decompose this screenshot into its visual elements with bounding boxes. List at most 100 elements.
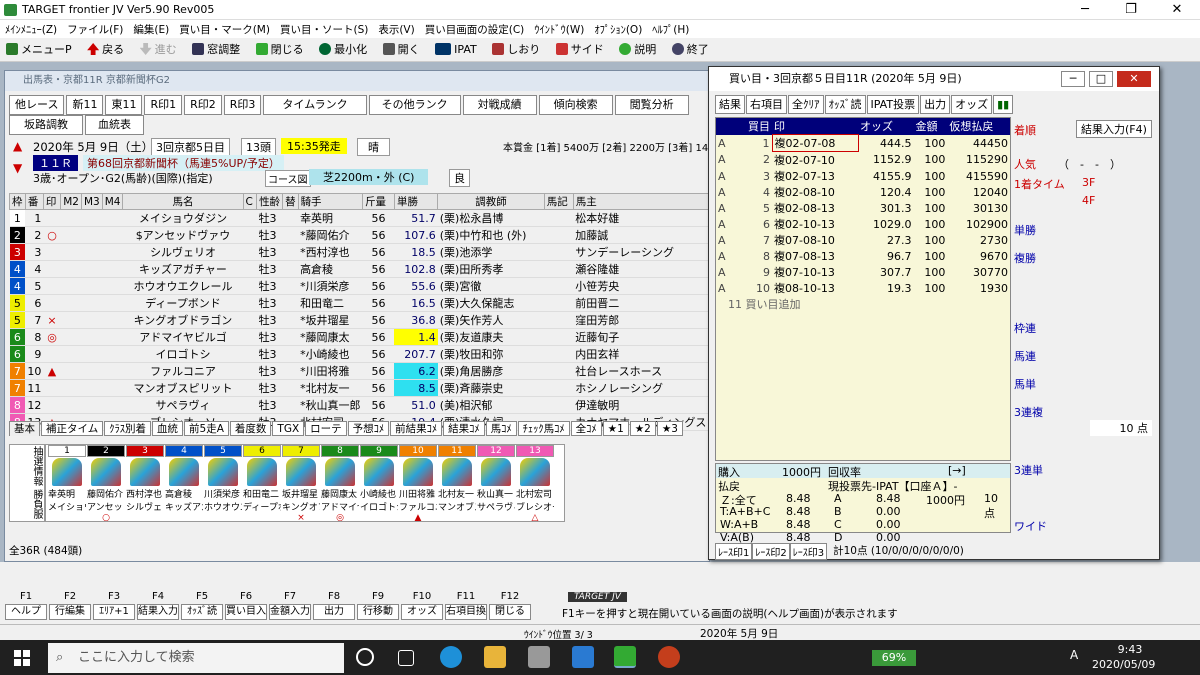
nav-button[interactable]: 傾向検索 (538, 95, 613, 115)
side-button[interactable]: サイド (550, 38, 610, 60)
silk-column[interactable]: 12 秋山真一 サペラヴィ (477, 445, 515, 521)
nav-button[interactable]: 坂路調教 (9, 115, 83, 135)
nav-button[interactable]: 東11 (105, 95, 143, 115)
minimize-button[interactable]: 最小化 (313, 38, 373, 60)
silk-column[interactable]: 6 和田竜二 ディープボン (243, 445, 281, 521)
silk-column[interactable]: 9 小崎綾也 イロゴトシ (360, 445, 398, 521)
view-tab[interactable]: TGX (272, 421, 305, 436)
silk-column[interactable]: 2 藤岡佑介 アンセッドヴ ○ (87, 445, 125, 521)
column-header[interactable]: M2 (60, 193, 82, 210)
bet-row[interactable]: A 3 複02-07-13 4155.9 100 415590 (716, 168, 1010, 184)
silk-column[interactable]: 13 北村宏司 ブレシオーソ △ (516, 445, 554, 521)
add-bet-row[interactable]: 11 買い目追加 (716, 296, 1010, 312)
menu-item[interactable]: ﾍﾙﾌﾟ(H) (647, 20, 694, 39)
forward-button[interactable]: 進む (134, 38, 183, 60)
start-icon[interactable] (14, 650, 30, 666)
view-tab[interactable]: 着度数 (229, 421, 272, 436)
silk-column[interactable]: 10 川田将雅 ファルコニア ▲ (399, 445, 437, 521)
tab-ipat-vote[interactable]: IPAT投票 (866, 95, 920, 114)
taskbar-search[interactable]: ⌕ ここに入力して検索 (48, 643, 344, 673)
nav-button[interactable]: R印3 (223, 95, 262, 115)
view-tab[interactable]: ﾁｪｯｸ馬ｺﾒ (517, 421, 570, 436)
back-button[interactable]: 戻る (81, 38, 130, 60)
course-map-button[interactable]: コース図 (265, 170, 311, 187)
window-adjust-button[interactable]: 窓調整 (186, 38, 246, 60)
silk-column[interactable]: 3 西村淳也 シルヴェリオ (126, 445, 164, 521)
tab-odds[interactable]: オッズ (951, 95, 993, 114)
tab-output[interactable]: 出力 (920, 95, 951, 114)
view-tab[interactable]: 全ｺﾒ (570, 421, 602, 436)
fkey-f4[interactable]: F4 結果入力 (136, 590, 180, 622)
table-row[interactable]: 2 2 ○ $アンセッドヴァウ 牡3 *藤岡佑介 56 107.6 (栗)中竹和也 (外) 加藤誠 (9, 226, 709, 244)
column-header[interactable]: 印 (42, 193, 62, 210)
store-icon[interactable] (528, 646, 550, 668)
silk-column[interactable]: 7 坂井瑠星 キングオブド × (282, 445, 320, 521)
nav-button[interactable]: 新11 (66, 95, 104, 115)
silk-column[interactable]: 11 北村友一 マンオブスピ (438, 445, 476, 521)
table-row[interactable]: 7 11 マンオブスピリット 牡3 *北村友一 56 8.5 (栗)斉藤崇史 ホシノレーシング (9, 379, 709, 397)
column-header[interactable]: C (242, 193, 258, 210)
close-button[interactable]: 閉じる (250, 38, 310, 60)
menu-p-button[interactable]: メニューP (0, 38, 78, 60)
bet-row[interactable]: A 2 複02-07-10 1152.9 100 115290 (716, 152, 1010, 169)
view-tab[interactable]: ★2 (629, 421, 656, 436)
view-tab[interactable]: ★1 (602, 421, 629, 436)
tab-odds-read[interactable]: ｵｯｽﾞ読 (824, 95, 866, 114)
silk-column[interactable]: 8 藤岡康太 アドマイヤビ ◎ (321, 445, 359, 521)
nav-button[interactable]: R印2 (184, 95, 222, 115)
nav-button[interactable]: 血統表 (85, 115, 144, 135)
column-header[interactable]: 斤量 (362, 193, 395, 210)
bw-close-icon[interactable]: ✕ (1117, 71, 1151, 87)
view-tab[interactable]: 基本 (9, 421, 40, 436)
fkey-f10[interactable]: F10 オッズ (400, 590, 444, 622)
bookmark-button[interactable]: しおり (486, 38, 546, 60)
bet-row[interactable]: A 9 複07-10-13 307.7 100 30770 (716, 264, 1010, 280)
fkey-f8[interactable]: F8 出力 (312, 590, 356, 622)
view-tab[interactable]: 血統 (152, 421, 184, 436)
menu-item[interactable]: ｳｲﾝﾄﾞｳ(W) (529, 20, 589, 39)
view-tab[interactable]: 馬ｺﾒ (485, 421, 517, 436)
view-tab[interactable]: ｸﾗｽ別着 (104, 421, 152, 436)
tab-race-mark-3[interactable]: ﾚｰｽ印3 (789, 543, 828, 560)
column-header[interactable]: 番 (24, 193, 44, 210)
view-tab[interactable]: 予想ｺﾒ (347, 421, 390, 436)
fkey-f11[interactable]: F11 右項目換 (444, 590, 488, 622)
person-icon[interactable]: ▮▮ (993, 95, 1014, 114)
tab-right-item[interactable]: 右項目 (746, 95, 787, 114)
silk-column[interactable]: 5 川須栄彦 ホウオウエク (204, 445, 242, 521)
ipat-button[interactable]: IPAT (429, 40, 483, 62)
ime-indicator[interactable]: A (1070, 648, 1078, 662)
table-row[interactable]: 4 5 ホウオウエクレール 牡3 *川須栄彦 56 55.6 (栗)宮徹 小笹芳央 (9, 277, 709, 295)
target-taskbar-icon[interactable] (614, 646, 636, 668)
table-row[interactable]: 7 10 ▲ ファルコニア 牡3 *川田将雅 56 6.2 (栗)角居勝彦 社台レースホース (9, 362, 709, 380)
table-row[interactable]: 5 7 × キングオブドラゴン 牡3 *坂井瑠星 56 36.8 (栗)矢作芳人 窪田芳郎 (9, 311, 709, 329)
tab-race-mark-1[interactable]: ﾚｰｽ印1 (715, 543, 753, 560)
menu-item[interactable]: 買い目・マーク(M) (174, 20, 275, 39)
bw-maximize-icon[interactable]: □ (1089, 71, 1113, 87)
fkey-f9[interactable]: F9 行移動 (356, 590, 400, 622)
menu-item[interactable]: 買い目・ソート(S) (275, 20, 373, 39)
file-explorer-icon[interactable] (484, 646, 506, 668)
fkey-f2[interactable]: F2 行編集 (48, 590, 92, 622)
table-row[interactable]: 8 12 サペラヴィ 牡3 *秋山真一郎 56 51.0 (美)相沢郁 伊達敏明 (9, 396, 709, 414)
silk-column[interactable]: 4 高倉稜 キッズアガチ (165, 445, 203, 521)
column-header[interactable]: 性齢 (256, 193, 284, 210)
menu-item[interactable]: ﾒｲﾝﾒﾆｭｰ(Z) (0, 20, 62, 39)
view-tab[interactable]: ★3 (656, 421, 683, 436)
bet-row[interactable]: A 6 複02-10-13 1029.0 100 102900 (716, 216, 1010, 232)
menu-item[interactable]: ｵﾌﾟｼｮﾝ(O) (589, 20, 647, 39)
close-icon[interactable]: ✕ (1154, 0, 1200, 20)
help-button[interactable]: 説明 (613, 38, 662, 60)
bet-row[interactable]: A 8 複07-08-13 96.7 100 9670 (716, 248, 1010, 264)
clock-date[interactable]: 2020/05/09 (1092, 658, 1155, 671)
powerpoint-icon[interactable] (658, 646, 680, 668)
nav-button[interactable]: その他ランク (368, 95, 461, 115)
bet-row[interactable]: A 7 複07-08-10 27.3 100 2730 (716, 232, 1010, 248)
view-tab[interactable]: ローテ (305, 421, 347, 436)
fkey-f3[interactable]: F3 ｴﾘｱ+1 (92, 590, 136, 622)
fkey-f6[interactable]: F6 買い目入 (224, 590, 268, 622)
nav-button[interactable]: R印1 (144, 95, 183, 115)
menu-item[interactable]: 編集(E) (128, 20, 174, 39)
silk-column[interactable]: 1 幸英明 メイショウダ (48, 445, 86, 521)
table-row[interactable]: 3 3 シルヴェリオ 牡3 *西村淳也 56 18.5 (栗)池添学 サンデーレーシング (9, 243, 709, 261)
